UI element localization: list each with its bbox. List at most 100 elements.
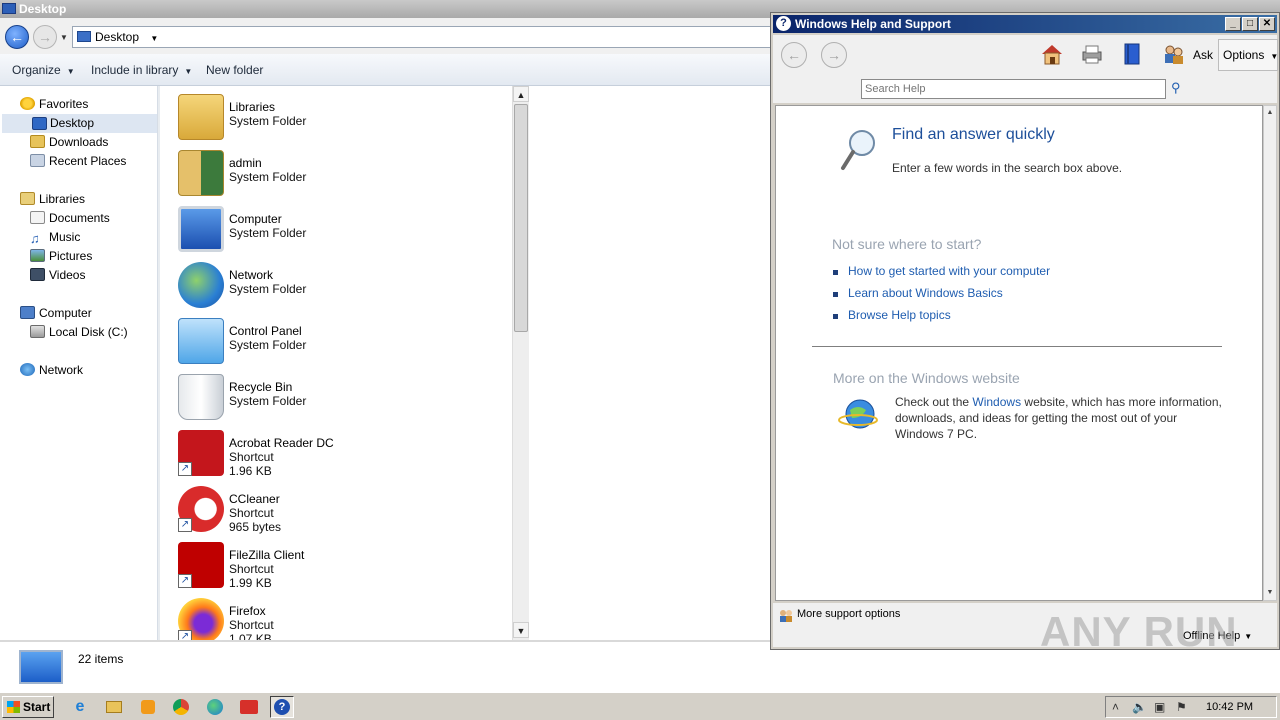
help-content: Find an answer quickly Enter a few words… [775,105,1263,601]
file-item-computer[interactable]: Computer System Folder [176,204,506,260]
taskbar-media-player[interactable] [136,696,160,718]
maximize-button[interactable]: □ [1242,17,1258,31]
videos-icon [30,268,45,281]
file-item-ccleaner[interactable]: ↗ CCleaner Shortcut 965 bytes [176,484,506,540]
help-back-button[interactable]: ← [781,42,807,68]
file-item-recycle-bin[interactable]: Recycle Bin System Folder [176,372,506,428]
help-scrollbar[interactable]: ▲ ▼ [1263,105,1277,601]
network-icon [20,363,35,376]
navigation-pane: Favorites Desktop Downloads Recent Place… [0,86,158,640]
volume-icon[interactable]: 🔈 [1132,700,1147,714]
link-browse-help[interactable]: Browse Help topics [848,308,951,322]
anyrun-watermark: ANY RUN [1040,608,1238,655]
help-titlebar[interactable]: ? Windows Help and Support _ □ ✕ [773,15,1277,33]
help-window: ? Windows Help and Support _ □ ✕ ← → Ask [770,12,1280,650]
shortcut-arrow-icon: ↗ [178,630,192,640]
scroll-up-arrow-icon[interactable]: ▲ [1264,106,1276,120]
help-search-row: ⚲ [773,77,1277,103]
search-icon[interactable]: ⚲ [1171,80,1187,96]
libraries-icon [20,192,35,205]
help-search-input[interactable] [861,79,1166,99]
link-windows-basics[interactable]: Learn about Windows Basics [848,286,1003,300]
downloads-folder-icon [30,135,45,148]
explorer-title: Desktop [19,2,67,16]
minimize-button[interactable]: _ [1225,17,1241,31]
file-item-admin[interactable]: admin System Folder [176,148,506,204]
taskbar-chrome[interactable] [169,696,193,718]
nav-pictures[interactable]: Pictures [30,247,92,266]
folder-icon [106,701,122,713]
nav-recent-places[interactable]: Recent Places [30,152,126,171]
file-item-firefox[interactable]: ↗ Firefox Shortcut 1.07 KB [176,596,506,640]
home-icon[interactable] [1039,41,1065,67]
ask-button[interactable]: Ask [1193,48,1213,62]
internet-explorer-icon: e [75,698,85,715]
more-support-options-link[interactable]: More support options [797,608,900,620]
magnifier-icon [841,130,875,170]
include-in-library-button[interactable]: Include in library ▼ [91,63,192,77]
edge-icon [207,699,223,715]
chevron-down-icon[interactable]: ▼ [150,34,158,43]
hard-drive-icon [30,325,45,338]
more-windows-heading: More on the Windows website [833,370,1020,386]
windows-website-link[interactable]: Windows [972,395,1021,409]
nav-videos[interactable]: Videos [30,266,85,285]
scroll-down-arrow-icon[interactable]: ▼ [1264,586,1276,600]
new-folder-button[interactable]: New folder [206,63,263,77]
nav-network[interactable]: Network [20,361,83,380]
taskbar-internet-explorer[interactable]: e [68,696,92,718]
file-list-scrollbar[interactable]: ▲ ▼ [512,86,529,640]
close-button[interactable]: ✕ [1259,17,1275,31]
taskbar-help-support[interactable]: ? [270,696,294,718]
clock[interactable]: 10:42 PM [1206,701,1253,713]
print-icon[interactable] [1079,41,1105,67]
nav-local-disk[interactable]: Local Disk (C:) [30,323,128,342]
scroll-up-arrow-icon[interactable]: ▲ [513,86,529,102]
taskbar-edge[interactable] [203,696,227,718]
nav-music[interactable]: ♫ Music [30,228,80,247]
address-bar[interactable]: Desktop ▼ [72,26,772,48]
bullet-icon [833,292,838,297]
help-forward-button[interactable]: → [821,42,847,68]
file-item-network[interactable]: Network System Folder [176,260,506,316]
start-button[interactable]: Start [2,696,54,718]
nav-computer[interactable]: Computer [20,304,92,323]
browse-help-book-icon[interactable] [1119,41,1145,67]
libraries-folder-icon [178,94,224,140]
recent-places-icon [30,154,45,167]
network-status-icon[interactable]: ▣ [1154,700,1165,714]
desktop-icon [2,3,16,14]
nav-desktop[interactable]: Desktop [2,114,157,133]
action-center-flag-icon[interactable]: ⚑ [1176,700,1187,714]
pane-splitter[interactable] [158,86,160,640]
item-count: 22 items [78,652,124,666]
nav-downloads[interactable]: Downloads [30,133,108,152]
shortcut-arrow-icon: ↗ [178,518,192,532]
organize-button[interactable]: Organize ▼ [12,63,75,77]
chrome-icon [173,699,189,715]
back-button[interactable]: ← [5,25,29,49]
file-item-control-panel[interactable]: Control Panel System Folder [176,316,506,372]
file-item-libraries[interactable]: Libraries System Folder [176,92,506,148]
nav-libraries[interactable]: Libraries [20,190,85,209]
show-hidden-icons-icon[interactable]: ˄ [1112,700,1119,714]
forward-button[interactable]: → [33,25,57,49]
scroll-down-arrow-icon[interactable]: ▼ [513,622,529,638]
ask-people-icon[interactable] [1161,41,1187,67]
red-app-icon [240,700,258,714]
link-get-started[interactable]: How to get started with your computer [848,264,1050,278]
nav-favorites[interactable]: Favorites [20,95,88,114]
recent-pages-dropdown-icon[interactable]: ▼ [60,33,68,42]
taskbar-red-app[interactable] [237,696,261,718]
bullet-icon [833,314,838,319]
nav-documents[interactable]: Documents [30,209,110,228]
scroll-thumb[interactable] [514,104,528,332]
user-folder-icon [178,150,224,196]
support-people-icon [780,610,792,622]
network-globe-icon [178,262,224,308]
file-item-acrobat-reader[interactable]: ↗ Acrobat Reader DC Shortcut 1.96 KB [176,428,506,484]
taskbar-explorer[interactable] [102,696,126,718]
options-button[interactable]: Options ▼ [1218,39,1278,71]
file-item-filezilla[interactable]: ↗ FileZilla Client Shortcut 1.99 KB [176,540,506,596]
bullet-icon [833,270,838,275]
